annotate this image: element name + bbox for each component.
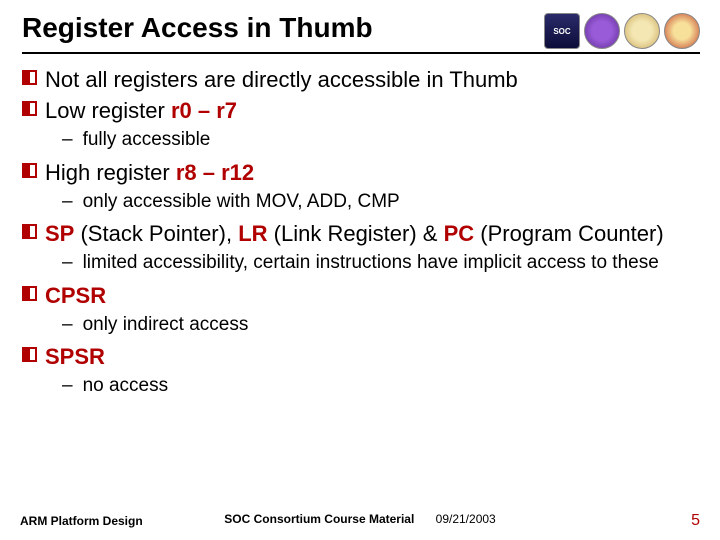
sub-text: no access [83, 374, 169, 398]
bullet-text: Low register r0 – r7 [45, 97, 700, 125]
sub-text: only accessible with MOV, ADD, CMP [83, 190, 400, 214]
sub-bullet-limited-access: – limited accessibility, certain instruc… [62, 251, 700, 275]
square-bullet-icon [22, 101, 37, 116]
soc-logo-icon: SOC [544, 13, 580, 49]
content-area: Not all registers are directly accessibl… [22, 66, 700, 399]
crest-red-icon [664, 13, 700, 49]
pc-label: PC [444, 221, 475, 246]
bullet-not-all: Not all registers are directly accessibl… [22, 66, 700, 94]
bullet-sp-lr-pc: SP (Stack Pointer), LR (Link Register) &… [22, 220, 700, 248]
sub-bullet-no-access: – no access [62, 374, 700, 398]
cpsr-label: CPSR [45, 282, 700, 310]
title-row: Register Access in Thumb SOC [22, 12, 700, 50]
bullet-text: SP (Stack Pointer), LR (Link Register) &… [45, 220, 700, 248]
sub-bullet-indirect-access: – only indirect access [62, 313, 700, 337]
bullet-cpsr: CPSR [22, 282, 700, 310]
sub-bullet-fully-accessible: – fully accessible [62, 128, 700, 152]
bullet-text: High register r8 – r12 [45, 159, 700, 187]
dash-icon: – [62, 251, 73, 275]
sp-label: SP [45, 221, 74, 246]
logo-group: SOC [544, 13, 700, 49]
sub-text: limited accessibility, certain instructi… [83, 251, 659, 275]
square-bullet-icon [22, 286, 37, 301]
sub-text: fully accessible [83, 128, 211, 152]
range-r8-r12: r8 – r12 [176, 160, 254, 185]
range-r0-r7: r0 – r7 [171, 98, 237, 123]
title-underline [22, 52, 700, 54]
lr-label: LR [238, 221, 267, 246]
footer: ARM Platform Design SOC Consortium Cours… [20, 512, 700, 530]
slide: Register Access in Thumb SOC Not all reg… [0, 0, 720, 540]
dash-icon: – [62, 128, 73, 152]
square-bullet-icon [22, 70, 37, 85]
bullet-text: Not all registers are directly accessibl… [45, 66, 700, 94]
square-bullet-icon [22, 224, 37, 239]
spsr-label: SPSR [45, 343, 700, 371]
footer-date: 09/21/2003 [436, 512, 496, 526]
bullet-high-register: High register r8 – r12 [22, 159, 700, 187]
dash-icon: – [62, 190, 73, 214]
dash-icon: – [62, 374, 73, 398]
square-bullet-icon [22, 163, 37, 178]
footer-center: SOC Consortium Course Material 09/21/200… [224, 512, 495, 526]
square-bullet-icon [22, 347, 37, 362]
dash-icon: – [62, 313, 73, 337]
crest-purple-icon [584, 13, 620, 49]
slide-title: Register Access in Thumb [22, 12, 373, 50]
footer-left: ARM Platform Design [20, 514, 143, 528]
bullet-spsr: SPSR [22, 343, 700, 371]
page-number: 5 [691, 512, 700, 530]
sub-bullet-mov-add-cmp: – only accessible with MOV, ADD, CMP [62, 190, 700, 214]
crest-gold-icon [624, 13, 660, 49]
bullet-low-register: Low register r0 – r7 [22, 97, 700, 125]
sub-text: only indirect access [83, 313, 249, 337]
